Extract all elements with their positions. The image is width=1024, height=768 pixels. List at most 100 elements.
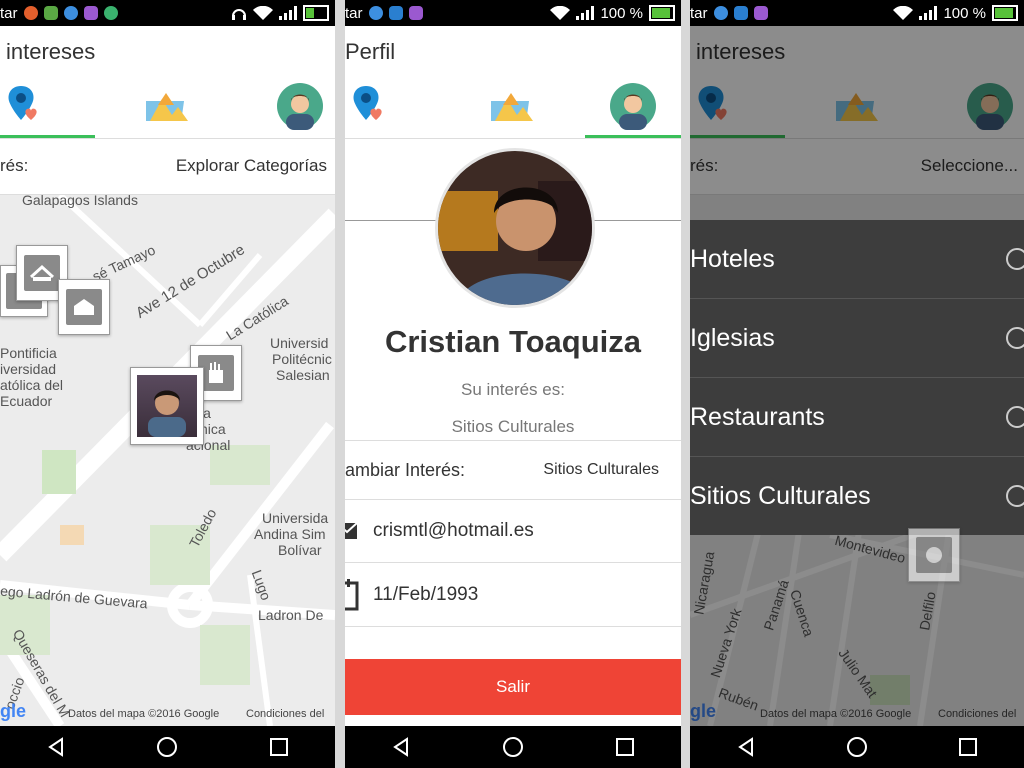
option-sitios-culturales[interactable]: Sitios Culturales: [690, 457, 1024, 535]
carrier-label: tar: [0, 4, 18, 22]
location-heart-icon: [353, 86, 382, 120]
map-label: iversidad: [0, 361, 57, 377]
map-label: Politécnic: [272, 351, 332, 367]
battery-icon: [649, 5, 675, 21]
category-filter-row[interactable]: rés: Explorar Categorías: [0, 138, 335, 195]
radio-button[interactable]: [1006, 406, 1024, 428]
vpn-icon: [368, 6, 383, 20]
tab-lugares[interactable]: [465, 76, 560, 136]
signal-icon: [279, 6, 297, 20]
map-label: Salesian: [276, 367, 330, 383]
tab-intereses[interactable]: [0, 76, 50, 136]
email-value: crismtl@hotmail.es: [373, 519, 534, 541]
nav-bar: [0, 726, 335, 768]
home-icon: [503, 737, 523, 757]
map-label: Ladron De: [258, 607, 324, 623]
change-interest-value[interactable]: Sitios Culturales: [543, 461, 659, 479]
back-icon: [48, 737, 63, 757]
battery-percent: 100 %: [600, 4, 643, 22]
map-view[interactable]: Galapagos Islands sé Tamayo Ave 12 de Oc…: [0, 195, 335, 726]
vpn-icon: [63, 6, 78, 20]
change-interest-row[interactable]: ambiar Interés: Sitios Culturales: [345, 440, 681, 500]
nav-bar: [690, 726, 1024, 768]
status-bar: tar: [0, 0, 335, 26]
landscape-icon: [145, 93, 188, 121]
calendar-icon: [345, 578, 359, 610]
option-restaurants[interactable]: Restaurants: [690, 378, 1024, 457]
map-label: Pontificia: [0, 345, 57, 361]
recents-button[interactable]: [264, 732, 294, 762]
radio-button[interactable]: [1006, 485, 1024, 507]
back-button[interactable]: [731, 732, 761, 762]
tab-perfil[interactable]: [265, 76, 335, 136]
wifi-icon: [253, 6, 273, 20]
map-terms-link[interactable]: Condiciones del: [246, 708, 324, 720]
wifi-icon: [550, 6, 571, 20]
profile-name: Cristian Toaquiza: [384, 324, 642, 359]
profile-avatar-icon: [609, 83, 656, 130]
culture-icon: [926, 547, 942, 563]
logout-button[interactable]: Salir: [345, 659, 681, 715]
carrier-label: tar: [345, 4, 363, 22]
option-label: Sitios Culturales: [690, 481, 871, 510]
hotel-icon: [74, 299, 94, 315]
recents-button[interactable]: [953, 732, 983, 762]
fries-icon: [209, 362, 223, 383]
category-dialog: Hoteles Iglesias Restaurants Sitios Cult…: [690, 220, 1024, 535]
status-bar: tar 100 %: [345, 0, 681, 26]
map-label: Andina Sim: [254, 526, 326, 542]
game-icon: [43, 6, 58, 20]
back-button[interactable]: [386, 732, 416, 762]
back-button[interactable]: [41, 732, 71, 762]
map-label: Universida: [262, 510, 329, 526]
recents-button[interactable]: [610, 732, 640, 762]
google-logo: gle: [0, 701, 27, 721]
location-heart-icon: [8, 86, 37, 120]
option-iglesias[interactable]: Iglesias: [690, 299, 1024, 378]
recents-icon: [270, 738, 289, 756]
home-button[interactable]: [842, 732, 872, 762]
screen-intereses-map: tar intereses rés: Explorar Categorías G…: [0, 0, 335, 768]
photo-icon: [753, 6, 768, 20]
home-button[interactable]: [152, 732, 182, 762]
battery-icon: [303, 5, 329, 21]
profile-photo: [435, 148, 595, 308]
home-icon: [846, 737, 867, 757]
map-label: Universid: [270, 335, 329, 351]
interest-label: Su interés es:: [461, 380, 565, 399]
tab-intereses[interactable]: [345, 76, 395, 136]
map-label: Galapagos Islands: [22, 195, 138, 208]
sim-icon: [23, 6, 38, 20]
radio-button[interactable]: [1006, 248, 1024, 270]
radio-button[interactable]: [1006, 327, 1024, 349]
carrier-label: tar: [690, 4, 708, 22]
tab-bar: [345, 76, 681, 139]
android-icon: [103, 6, 118, 20]
headphones-icon: [232, 9, 246, 20]
map-marker-hotel[interactable]: [58, 279, 110, 335]
vpn-icon: [713, 6, 728, 20]
page-title: intereses: [6, 39, 96, 64]
recents-icon: [959, 738, 978, 756]
profile-avatar-icon: [277, 83, 323, 130]
email-row: crismtl@hotmail.es: [345, 499, 681, 563]
birthdate-value: 11/Feb/1993: [373, 583, 479, 605]
map-label: Ecuador: [0, 393, 53, 409]
map-marker-culture[interactable]: [908, 528, 960, 582]
tab-lugares[interactable]: [120, 76, 215, 136]
screen-perfil: tar 100 % Perfil Cristian Toaquiza Su in…: [345, 0, 681, 768]
option-hoteles[interactable]: Hoteles: [690, 220, 1024, 299]
screen-select-category: tar 100 % intereses rés: Seleccione... M…: [690, 0, 1024, 768]
home-button[interactable]: [498, 732, 528, 762]
map-marker-user[interactable]: [130, 367, 204, 445]
interest-value: Sitios Culturales: [451, 417, 575, 436]
back-icon: [737, 737, 753, 757]
tab-perfil[interactable]: [585, 76, 680, 136]
map-label: atólica del: [0, 377, 64, 393]
page-title: Perfil: [345, 39, 396, 64]
email-icon: [345, 521, 358, 539]
bluetooth-icon: [733, 6, 748, 20]
filter-value[interactable]: Explorar Categorías: [176, 156, 327, 176]
battery-icon: [992, 5, 1018, 21]
photo-icon: [83, 6, 98, 20]
